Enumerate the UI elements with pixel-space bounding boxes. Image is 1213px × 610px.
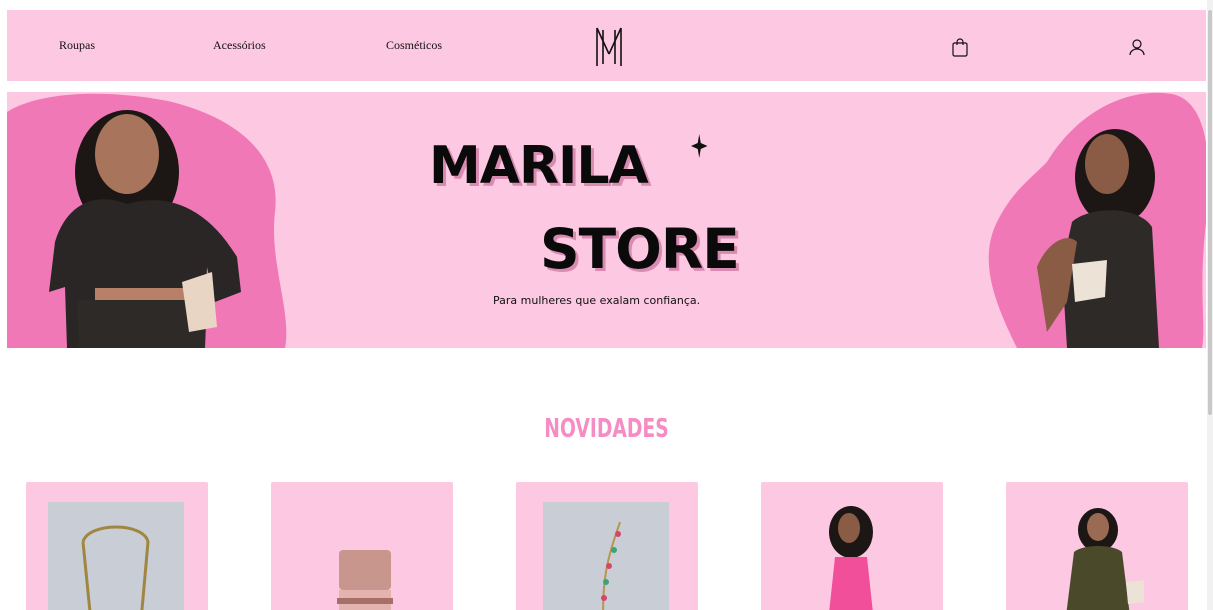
product-image-gold-necklace[interactable] (48, 502, 184, 610)
product-card[interactable] (516, 482, 698, 610)
product-image-pink-dress[interactable] (783, 502, 919, 610)
hero-title-line2: STORE (540, 217, 740, 281)
nav-link-roupas[interactable]: Roupas (59, 38, 95, 53)
scrollbar[interactable] (1207, 0, 1213, 610)
hero-left-model-image (7, 93, 287, 348)
product-image-olive-dress[interactable] (1028, 502, 1164, 610)
scrollbar-thumb[interactable] (1208, 10, 1212, 415)
product-image-perfume[interactable] (293, 502, 429, 610)
product-card[interactable] (271, 482, 453, 610)
product-card[interactable] (1006, 482, 1188, 610)
product-image-bracelet[interactable] (538, 502, 674, 610)
sparkle-icon (691, 134, 708, 158)
nav-link-acessorios[interactable]: Acessórios (213, 38, 266, 53)
hero-right-model-image (988, 92, 1206, 348)
shopping-bag-icon[interactable] (951, 37, 969, 57)
product-card[interactable] (26, 482, 208, 610)
top-navbar: Roupas Acessórios Cosméticos (7, 10, 1206, 81)
page: Roupas Acessórios Cosméticos MARILA STOR… (0, 0, 1213, 610)
hero-banner: MARILA STORE Para mulheres que exalam co… (7, 92, 1206, 348)
section-title-novidades: NOVIDADES (544, 414, 669, 444)
store-logo[interactable] (595, 24, 623, 68)
user-icon[interactable] (1128, 37, 1146, 57)
product-card[interactable] (761, 482, 943, 610)
hero-title-line1: MARILA (429, 136, 649, 196)
hero-tagline: Para mulheres que exalam confiança. (493, 294, 701, 307)
nav-link-cosmeticos[interactable]: Cosméticos (386, 38, 442, 53)
